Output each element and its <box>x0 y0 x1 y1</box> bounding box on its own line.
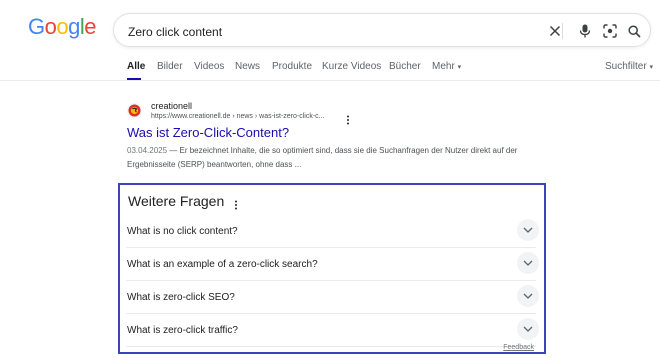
tab-more[interactable]: Mehr ▾ <box>432 61 461 72</box>
header-divider <box>0 80 660 81</box>
search-tools-label: Suchfilter <box>605 61 647 72</box>
tab-more-label: Mehr <box>432 61 455 72</box>
tab-all[interactable]: Alle <box>127 61 145 72</box>
search-input[interactable] <box>126 21 510 43</box>
paa-question-row[interactable]: What is no click content? <box>126 214 539 248</box>
site-url[interactable]: https://www.creationell.de › news › was-… <box>151 113 325 120</box>
caret-down-icon: ▾ <box>649 64 653 71</box>
microphone-icon[interactable] <box>575 21 595 41</box>
search-separator <box>562 23 563 39</box>
result-snippet-text: — Er bezeichnet Inhalte, die so optimier… <box>127 146 518 169</box>
chevron-down-icon[interactable] <box>517 285 539 307</box>
people-also-ask-panel: Weitere Fragen What is no click content?… <box>118 183 546 354</box>
tab-products[interactable]: Produkte <box>272 61 312 72</box>
paa-question-row[interactable]: What is an example of a zero-click searc… <box>126 247 539 281</box>
paa-title: Weitere Fragen <box>128 193 225 209</box>
chevron-down-icon[interactable] <box>517 318 539 340</box>
tab-short-videos[interactable]: Kurze Videos <box>322 61 381 72</box>
paa-question-text: What is an example of a zero-click searc… <box>127 259 318 270</box>
site-name[interactable]: creationell <box>151 101 192 111</box>
search-tools[interactable]: Suchfilter ▾ <box>605 61 653 72</box>
tab-news[interactable]: News <box>235 61 260 72</box>
search-icon[interactable] <box>624 21 644 41</box>
paa-more-options-icon[interactable] <box>233 197 239 210</box>
logo-letter: o <box>56 14 69 39</box>
feedback-link[interactable]: Feedback <box>503 344 534 351</box>
paa-question-row[interactable]: What is zero-click traffic? <box>126 313 539 347</box>
result-date: 03.04.2025 <box>127 146 168 155</box>
camera-lens-icon[interactable] <box>600 21 620 41</box>
paa-question-text: What is no click content? <box>127 226 238 237</box>
result-title-link[interactable]: Was ist Zero-Click-Content? <box>127 125 289 140</box>
result-snippet: 03.04.2025 — Er bezeichnet Inhalte, die … <box>127 144 537 172</box>
logo-letter: g <box>68 14 80 39</box>
more-options-icon[interactable] <box>345 112 351 125</box>
logo-letter: e <box>84 14 97 39</box>
site-favicon-icon <box>127 103 142 118</box>
tab-videos[interactable]: Videos <box>194 61 224 72</box>
tab-books[interactable]: Bücher <box>389 61 421 72</box>
google-logo[interactable]: Google <box>28 14 97 40</box>
chevron-down-icon[interactable] <box>517 252 539 274</box>
logo-letter: o <box>44 14 57 39</box>
tab-images[interactable]: Bilder <box>157 61 183 72</box>
paa-question-row[interactable]: What is zero-click SEO? <box>126 280 539 314</box>
logo-letter: G <box>28 14 45 39</box>
caret-down-icon: ▾ <box>457 64 462 71</box>
chevron-down-icon[interactable] <box>517 219 539 241</box>
paa-question-text: What is zero-click traffic? <box>127 325 238 336</box>
paa-question-text: What is zero-click SEO? <box>127 292 235 303</box>
search-box <box>113 13 651 47</box>
search-tabs: Alle Bilder Videos News Produkte Kurze V… <box>0 58 660 80</box>
